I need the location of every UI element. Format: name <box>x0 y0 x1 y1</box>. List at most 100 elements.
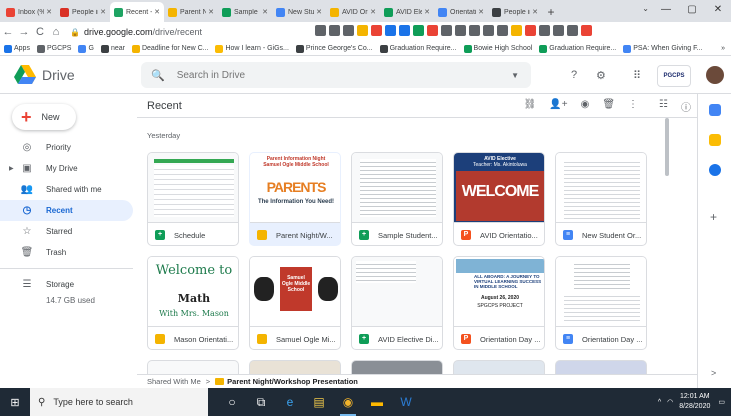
drive-logo-icon[interactable] <box>14 65 36 84</box>
file-card-partial[interactable] <box>351 360 443 374</box>
more-options-icon[interactable]: ⋮ <box>628 99 638 114</box>
close-tab-icon[interactable]: ✕ <box>478 8 484 16</box>
extension-icon[interactable] <box>483 25 494 36</box>
home-button[interactable]: ⌂ <box>48 26 64 38</box>
apps-grid-icon[interactable]: ⠿ <box>633 69 641 82</box>
close-tab-icon[interactable]: ✕ <box>424 8 430 16</box>
sidebar-item-starred[interactable]: ☆ Starred <box>0 221 133 242</box>
back-button[interactable]: ← <box>0 26 16 38</box>
close-tab-icon[interactable]: ✕ <box>370 8 376 16</box>
store-icon[interactable]: ▬ <box>367 391 387 413</box>
sidebar-item-recent[interactable]: ◷ Recent <box>0 200 133 221</box>
add-addon-icon[interactable]: + <box>710 210 717 224</box>
file-card-partial[interactable] <box>147 360 239 374</box>
extension-icon[interactable] <box>385 25 396 36</box>
file-card-mason-orientation[interactable]: Welcome to Math With Mrs. Mason Mason Or… <box>147 256 239 350</box>
file-explorer-icon[interactable]: ▤ <box>309 391 329 413</box>
forward-button[interactable]: → <box>16 26 32 38</box>
extension-icon[interactable] <box>441 25 452 36</box>
search-input[interactable] <box>176 69 477 81</box>
extension-icon[interactable] <box>469 25 480 36</box>
taskbar-search[interactable]: ⚲ Type here to search <box>30 388 208 416</box>
word-icon[interactable]: W <box>396 391 416 413</box>
sidebar-item-storage[interactable]: ☰ Storage <box>0 274 133 295</box>
bookmark-item[interactable]: How I learn - GiGs... <box>215 44 289 53</box>
close-tab-icon[interactable]: ✕ <box>208 8 214 16</box>
extension-icon[interactable] <box>357 25 368 36</box>
maximize-button[interactable]: ▢ <box>679 0 705 20</box>
task-view-icon[interactable]: ⧉ <box>251 391 271 413</box>
extension-icon[interactable] <box>525 25 536 36</box>
bookmark-item[interactable]: Graduation Require... <box>379 44 457 53</box>
breadcrumb-current[interactable]: Parent Night/Workshop Presentation <box>227 377 358 386</box>
edge-icon[interactable]: e <box>280 391 300 413</box>
extension-icon[interactable] <box>371 25 382 36</box>
sidebar-item-priority[interactable]: ◎ Priority <box>0 137 133 158</box>
file-card-sample-student[interactable]: + Sample Student... <box>351 152 443 246</box>
file-card-partial[interactable] <box>555 360 647 374</box>
close-tab-icon[interactable]: ✕ <box>532 8 538 16</box>
browser-tab[interactable]: Recent - ✕ <box>110 2 164 22</box>
file-card-partial[interactable] <box>453 360 545 374</box>
extension-icon[interactable] <box>567 25 578 36</box>
file-card-new-student[interactable]: ≡ New Student Or... <box>555 152 647 246</box>
close-tab-icon[interactable]: ✕ <box>316 8 322 16</box>
browser-tab[interactable]: AVID Ori ✕ <box>326 2 380 22</box>
bookmark-item[interactable]: PGCPS <box>36 44 71 53</box>
bookmark-item[interactable]: Prince George's Co... <box>295 44 373 53</box>
file-card-avid-elective[interactable]: + AVID Elective Di... <box>351 256 443 350</box>
browser-tab[interactable]: New Stud✕ <box>272 2 326 22</box>
file-card-partial[interactable] <box>249 360 341 374</box>
search-icon[interactable]: 🔍 <box>151 69 165 82</box>
settings-icon[interactable]: ⚙ <box>596 69 606 82</box>
close-tab-icon[interactable]: ✕ <box>262 8 268 16</box>
sidebar-item-trash[interactable]: 🗑 Trash <box>0 242 133 263</box>
browser-tab[interactable]: Sample St✕ <box>218 2 272 22</box>
sidebar-item-shared-with-me[interactable]: 👥 Shared with me <box>0 179 133 200</box>
extension-icon[interactable] <box>399 25 410 36</box>
close-tab-icon[interactable]: ✕ <box>46 8 52 16</box>
wifi-icon[interactable]: ◠ <box>667 398 673 406</box>
preview-icon[interactable]: ◉ <box>581 99 590 114</box>
tray-up-arrow-icon[interactable]: ^ <box>658 399 661 406</box>
browser-tab[interactable]: People in✕ <box>56 2 110 22</box>
org-logo[interactable]: PGCPS <box>657 65 691 87</box>
list-view-icon[interactable]: ☷ <box>659 99 668 114</box>
new-button[interactable]: + New <box>12 104 76 130</box>
bookmarks-more-button[interactable]: » <box>721 45 725 52</box>
chrome-icon[interactable]: ◉ <box>338 391 358 416</box>
search-box[interactable]: 🔍 ▼ <box>141 62 531 88</box>
extension-icon[interactable] <box>511 25 522 36</box>
extension-icon[interactable] <box>539 25 550 36</box>
file-card-orientation-day-slides[interactable]: ALL ABOARD: A JOURNEY TO VIRTUAL LEARNIN… <box>453 256 545 350</box>
extension-icon[interactable] <box>315 25 326 36</box>
sidebar-item-my-drive[interactable]: ▶ ▣ My Drive <box>0 158 133 179</box>
browser-tab[interactable]: Inbox (% ✕ <box>2 2 56 22</box>
extension-icon[interactable] <box>427 25 438 36</box>
clock[interactable]: 12:01 AM 8/28/2020 <box>679 392 710 412</box>
bookmark-item[interactable]: Graduation Require... <box>539 44 616 53</box>
bookmark-item[interactable]: Deadline for New C... <box>131 44 208 53</box>
file-card-orientation-day-doc[interactable]: ≡ Orientation Day ... <box>555 256 647 350</box>
bookmark-item[interactable]: G <box>78 44 94 53</box>
search-options-icon[interactable]: ▼ <box>511 71 519 80</box>
close-tab-icon[interactable]: ✕ <box>100 8 106 16</box>
bookmark-item[interactable]: Apps <box>4 44 30 53</box>
bookmark-item[interactable]: near <box>100 44 125 53</box>
bookmark-item[interactable]: Bowie High School <box>463 44 532 53</box>
share-icon[interactable]: 👤+ <box>549 99 567 114</box>
keep-icon[interactable] <box>709 134 721 146</box>
new-tab-button[interactable]: + <box>542 2 560 22</box>
calendar-icon[interactable] <box>709 104 721 116</box>
scrollbar-thumb[interactable] <box>665 118 669 176</box>
close-tab-icon[interactable]: ✕ <box>154 8 160 16</box>
trash-icon[interactable]: 🗑 <box>602 99 615 114</box>
extension-icon[interactable] <box>497 25 508 36</box>
browser-tab[interactable]: People in✕ <box>488 2 542 22</box>
tasks-icon[interactable] <box>709 164 721 176</box>
notifications-icon[interactable]: ▭ <box>718 398 725 406</box>
extension-icon[interactable] <box>455 25 466 36</box>
bookmark-item[interactable]: PSA: When Giving F... <box>623 44 702 53</box>
file-card-parent-night[interactable]: Parent Information Night Samuel Ogle Mid… <box>249 152 341 246</box>
extension-icon[interactable] <box>413 25 424 36</box>
